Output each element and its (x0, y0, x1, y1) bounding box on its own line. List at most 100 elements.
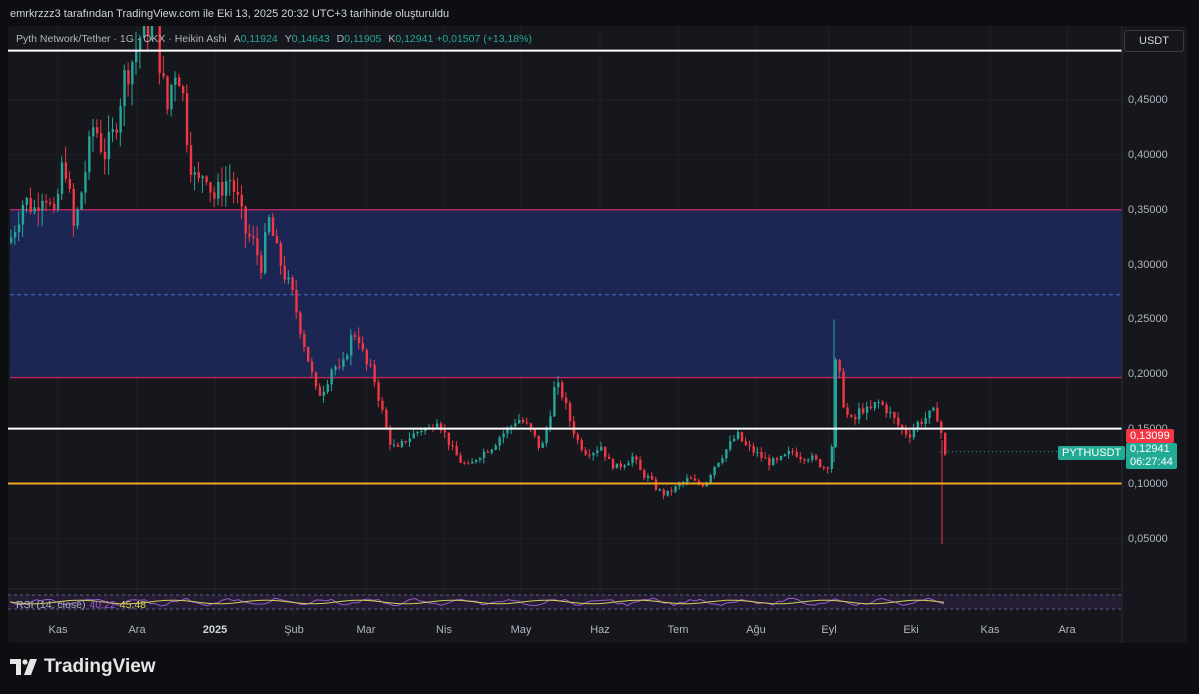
candle-body (518, 419, 521, 424)
candle-body (307, 346, 310, 362)
candle-body (56, 193, 60, 210)
candle-body (689, 478, 693, 480)
candle-body (920, 421, 923, 424)
candle-body (936, 407, 939, 422)
candle-body (717, 462, 720, 467)
candle-body (494, 445, 497, 450)
candle-body (490, 449, 494, 453)
candle-body (334, 366, 337, 370)
candle-body (525, 422, 529, 424)
candle-body (557, 382, 560, 388)
candle-body (740, 431, 744, 442)
candle-body (115, 129, 118, 133)
candle-body (721, 458, 724, 463)
y-tick-label: 0,25000 (1128, 313, 1168, 326)
candle-body (349, 335, 353, 356)
x-tick-label: Tem (667, 624, 689, 636)
price-chart[interactable] (8, 26, 1187, 643)
x-tick-label: Eki (903, 624, 919, 636)
candle-body (725, 449, 728, 459)
candle-body (377, 382, 380, 401)
x-tick-label: Ara (1058, 624, 1076, 636)
x-tick-label: Kas (48, 624, 68, 636)
candle-body (775, 458, 779, 460)
candle-body (932, 407, 935, 411)
chart-frame[interactable] (8, 26, 1187, 643)
candle-body (471, 461, 474, 464)
y-tick-label: 0,45000 (1128, 94, 1168, 107)
candle-body (815, 455, 818, 460)
candle-body (404, 441, 408, 443)
candle-body (49, 202, 52, 204)
candle-body (256, 238, 259, 256)
chart-caption: emrkrzzz3 tarafından TradingView.com ile… (10, 8, 450, 20)
candle-body (623, 465, 626, 468)
candle-body (818, 459, 822, 468)
candle-body (76, 209, 79, 226)
candle-body (604, 446, 607, 457)
candle-body (760, 452, 763, 458)
candle-body (365, 349, 369, 365)
candle-body (912, 429, 916, 438)
candle-body (21, 204, 25, 225)
candle-body (897, 417, 900, 426)
candle-body (330, 369, 333, 385)
candle-body (119, 106, 122, 133)
candle-body (60, 162, 64, 194)
symbol-badge: PYTHUSDT (1058, 446, 1126, 460)
candle-body (596, 450, 599, 454)
candle-body (881, 401, 884, 405)
y-tick-label: 0,05000 (1128, 532, 1168, 545)
symbol-legend: Pyth Network/Tether · 1G · OKX · Heikin … (16, 33, 532, 45)
candle-body (811, 455, 814, 460)
candle-body (103, 151, 107, 160)
x-tick-label: Mar (356, 624, 376, 636)
candle-body (514, 423, 517, 427)
candle-body (260, 255, 263, 273)
currency-selector[interactable]: USDT (1124, 30, 1184, 52)
candle-body (88, 136, 91, 173)
candle-body (197, 172, 200, 179)
candle-body (611, 458, 615, 469)
low-value: 0,11905 (344, 33, 382, 45)
candle-body (478, 458, 482, 460)
candle-body (482, 451, 486, 459)
candle-body (865, 406, 869, 414)
candle-body (779, 456, 783, 460)
tradingview-logo[interactable]: TradingView (10, 656, 156, 678)
candle-body (588, 454, 591, 456)
candle-body (318, 386, 322, 396)
candle-body (326, 384, 329, 392)
symbol-title: Pyth Network/Tether · 1G · OKX · Heikin … (16, 33, 227, 45)
candle-body (52, 203, 56, 210)
candle-body (322, 391, 326, 396)
rsi-ma-value: 45,48 (119, 599, 147, 611)
candle-body (64, 162, 68, 179)
open-value: 0,11924 (240, 33, 278, 45)
candle-body (940, 421, 943, 433)
candle-body (33, 207, 36, 213)
candle-body (854, 416, 857, 420)
candle-body (600, 446, 603, 451)
candle-body (41, 200, 44, 211)
candle-body (674, 486, 677, 492)
candle-body (72, 188, 75, 226)
open-label: A (233, 33, 241, 45)
candle-body (631, 456, 634, 463)
candle-body (447, 432, 451, 446)
last-price-badge: 0,12941 06:27:44 (1126, 443, 1177, 469)
candle-body (944, 432, 947, 455)
candle-body (846, 407, 849, 416)
candle-body (928, 410, 931, 419)
candle-body (822, 467, 826, 469)
candle-body (654, 479, 658, 490)
candle-body (713, 466, 716, 476)
high-value: 0,14643 (291, 33, 330, 45)
candle-body (209, 182, 212, 193)
candle-body (459, 455, 462, 463)
candle-body (29, 197, 32, 213)
candle-body (178, 77, 181, 87)
candle-body (408, 438, 412, 443)
candle-body (873, 402, 877, 409)
candle-body (732, 438, 736, 442)
